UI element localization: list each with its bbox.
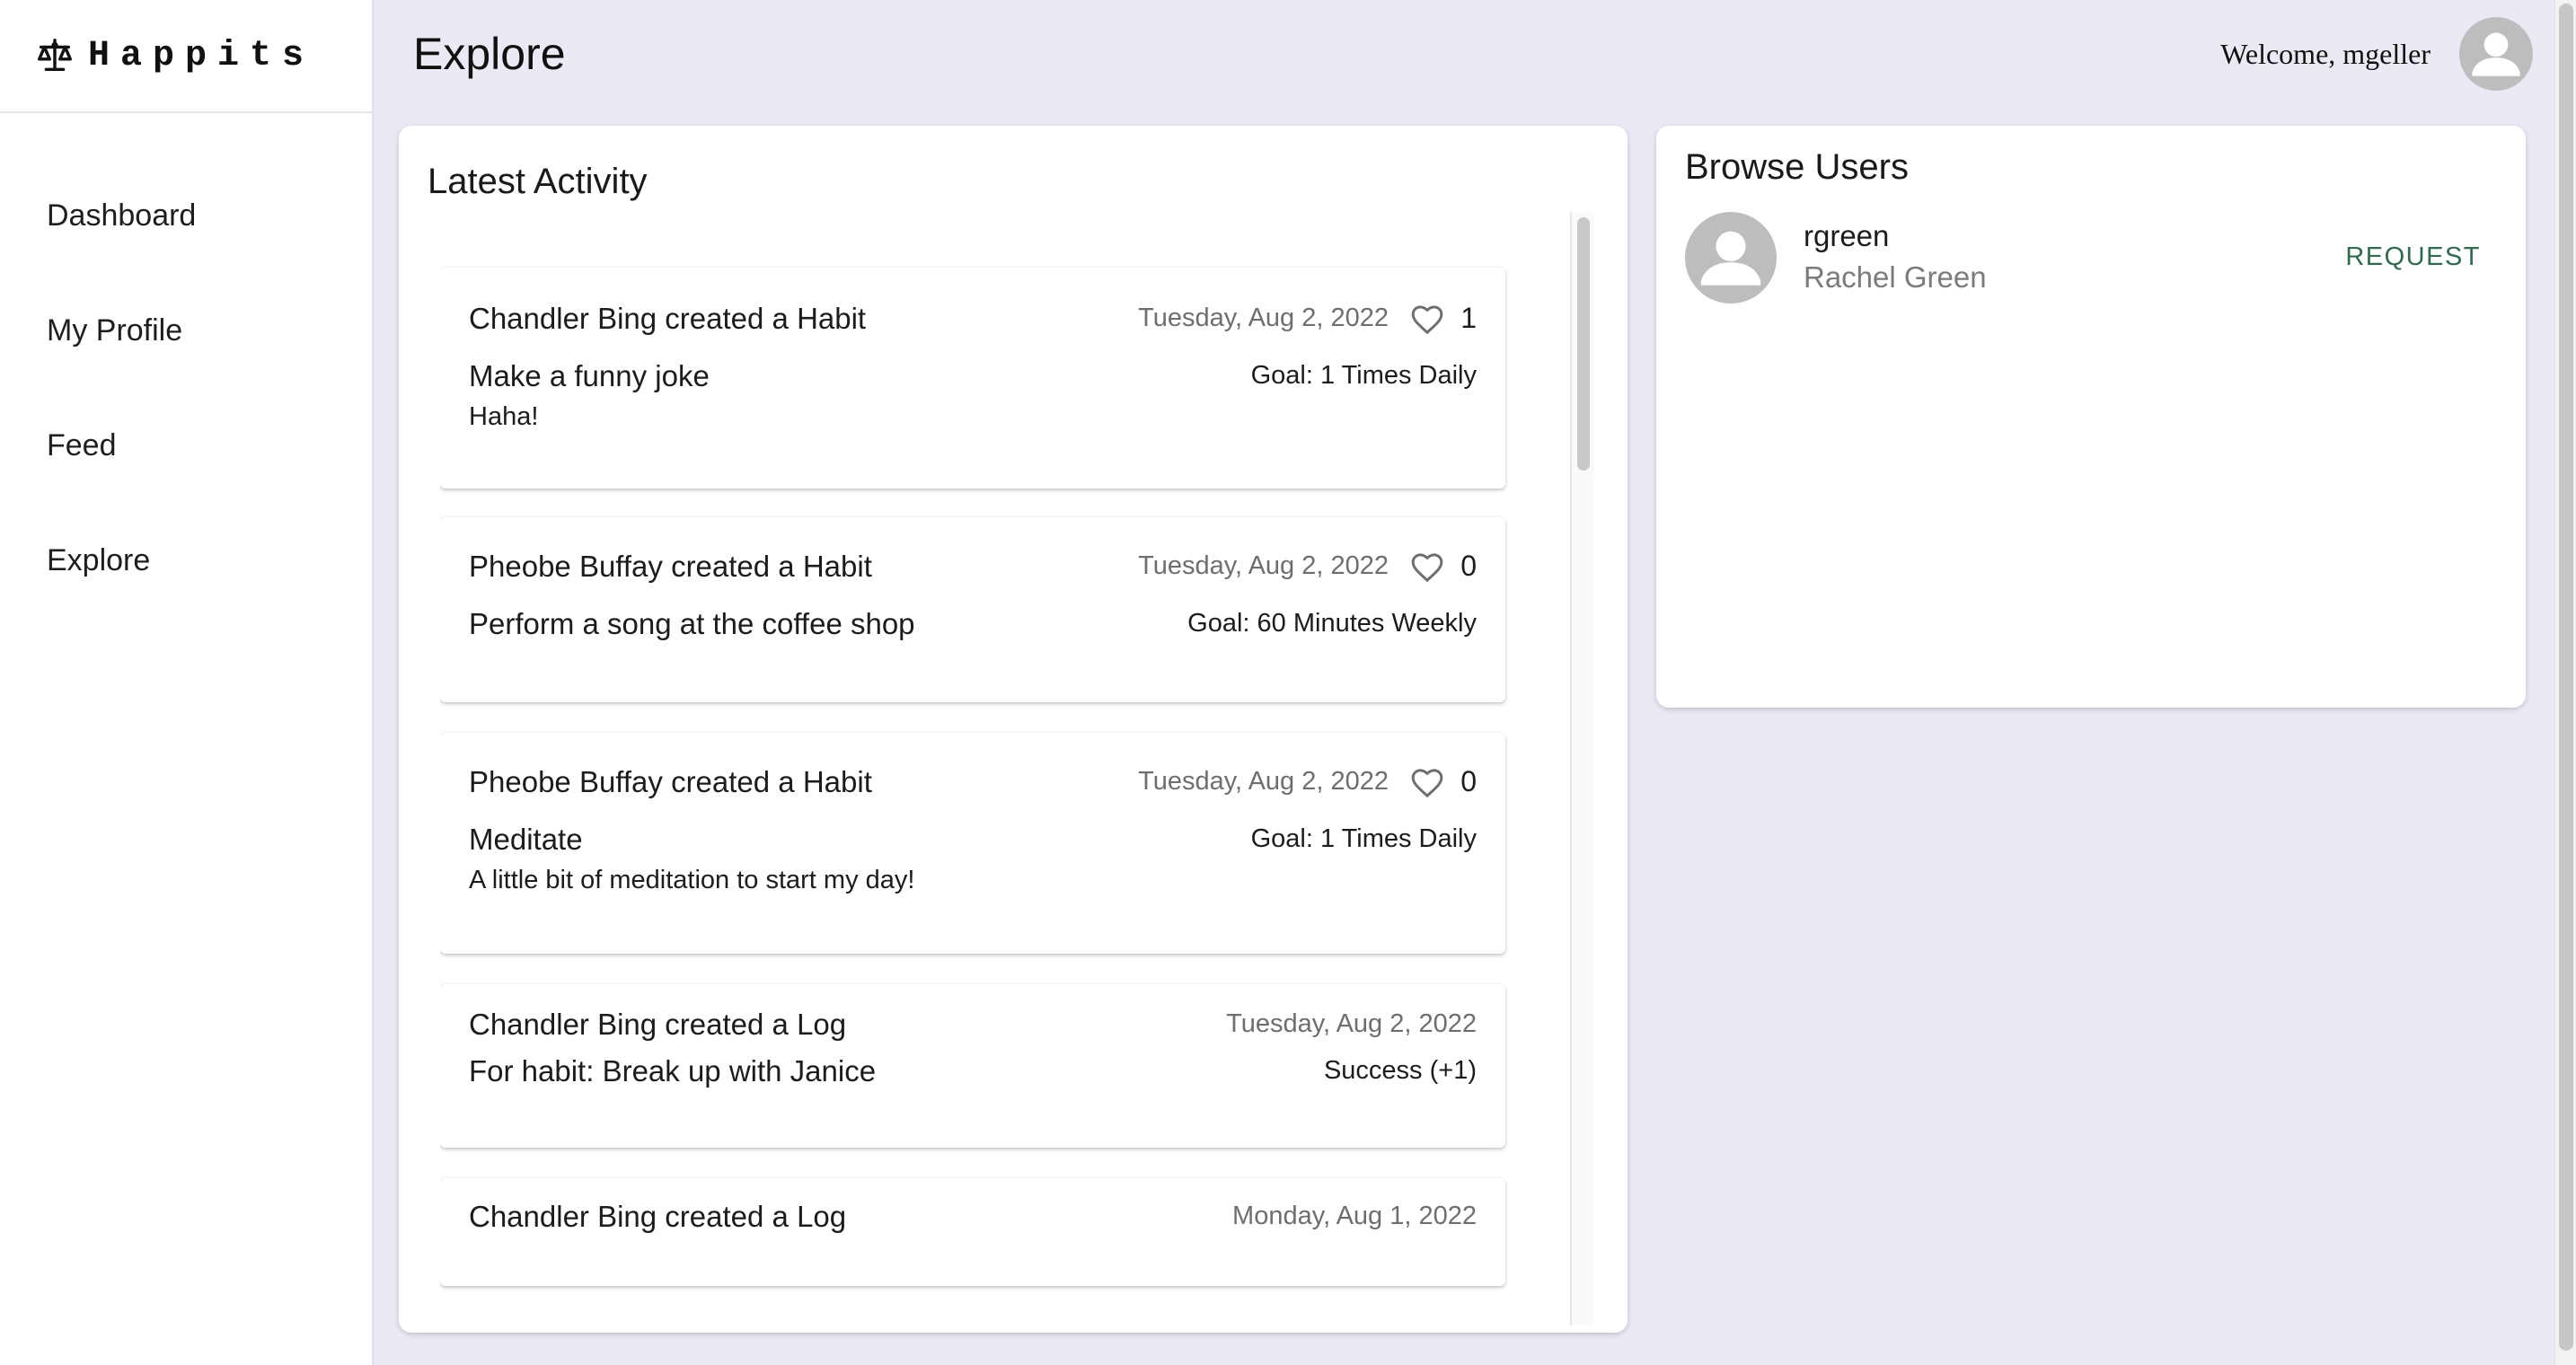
activity-title: For habit: Break up with Janice — [469, 1054, 877, 1088]
sidebar-item-label: My Profile — [47, 313, 183, 348]
activity-feed-list: Chandler Bing created a Habit Tuesday, Au… — [440, 210, 1509, 1325]
latest-activity-title: Latest Activity — [428, 162, 648, 201]
activity-feed[interactable]: Chandler Bing created a Habit Tuesday, Au… — [440, 210, 1581, 1325]
activity-title: Meditate — [469, 823, 583, 856]
sidebar-item-explore[interactable]: Explore — [0, 503, 372, 618]
page-scrollbar-thumb[interactable] — [2559, 4, 2573, 1351]
heart-icon[interactable] — [1408, 302, 1446, 338]
latest-activity-panel: Latest Activity Chandler Bing created a … — [399, 126, 1628, 1333]
app-root: Happits Dashboard My Profile Feed Explor… — [0, 0, 2576, 1365]
brand-name: Happits — [88, 35, 315, 76]
activity-date: Tuesday, Aug 2, 2022 — [1138, 767, 1389, 796]
activity-goal: Goal: 1 Times Daily — [1250, 361, 1477, 390]
activity-description: A little bit of meditation to start my d… — [469, 866, 915, 894]
user-avatar-button[interactable] — [2459, 17, 2533, 91]
activity-card: Chandler Bing created a Log Monday, Aug 1… — [440, 1178, 1505, 1286]
like-count: 0 — [1460, 765, 1477, 797]
page-title: Explore — [413, 29, 566, 79]
browse-users-panel: Browse Users rgreen Rachel Green REQUEST — [1656, 126, 2526, 708]
like-count: 0 — [1460, 550, 1477, 582]
brand[interactable]: Happits — [0, 0, 372, 113]
activity-date: Tuesday, Aug 2, 2022 — [1226, 1009, 1477, 1038]
activity-card: Chandler Bing created a Log Tuesday, Aug … — [440, 984, 1505, 1148]
activity-description: Haha! — [469, 402, 539, 431]
browse-users-title: Browse Users — [1685, 147, 1909, 187]
heart-icon[interactable] — [1408, 550, 1446, 586]
sidebar-item-dashboard[interactable]: Dashboard — [0, 158, 372, 273]
username: rgreen — [1804, 219, 1890, 252]
user-avatar[interactable] — [1685, 212, 1777, 304]
person-icon — [2472, 32, 2520, 76]
activity-goal: Goal: 1 Times Daily — [1250, 824, 1477, 853]
sidebar-item-label: Dashboard — [47, 198, 197, 233]
sidebar-item-feed[interactable]: Feed — [0, 388, 372, 503]
user-fullname: Rachel Green — [1804, 260, 1987, 294]
activity-title: Perform a song at the coffee shop — [469, 607, 915, 640]
like-count: 1 — [1460, 302, 1477, 334]
heart-icon[interactable] — [1408, 765, 1446, 801]
sidebar-item-label: Explore — [47, 542, 151, 577]
feed-scrollbar-thumb[interactable] — [1577, 217, 1590, 471]
page-scrollbar[interactable] — [2554, 0, 2576, 1365]
activity-date: Monday, Aug 1, 2022 — [1232, 1202, 1477, 1230]
welcome-text: Welcome, mgeller — [2220, 37, 2430, 70]
scale-icon — [38, 39, 72, 72]
activity-headline: Pheobe Buffay created a Habit — [469, 765, 872, 798]
activity-headline: Chandler Bing created a Habit — [469, 302, 867, 335]
activity-headline: Pheobe Buffay created a Habit — [469, 550, 872, 583]
sidebar: Happits Dashboard My Profile Feed Explor… — [0, 0, 374, 1365]
activity-date: Tuesday, Aug 2, 2022 — [1138, 304, 1389, 332]
activity-card: Pheobe Buffay created a Habit Tuesday, Au… — [440, 517, 1505, 702]
sidebar-item-my-profile[interactable]: My Profile — [0, 273, 372, 388]
user-row: rgreen Rachel Green REQUEST — [1685, 212, 2497, 305]
activity-date: Tuesday, Aug 2, 2022 — [1138, 551, 1389, 580]
activity-title: Make a funny joke — [469, 359, 710, 392]
activity-headline: Chandler Bing created a Log — [469, 1200, 847, 1233]
top-bar: Explore Welcome, mgeller — [374, 0, 2554, 108]
activity-headline: Chandler Bing created a Log — [469, 1008, 847, 1041]
activity-card: Pheobe Buffay created a Habit Tuesday, Au… — [440, 733, 1505, 954]
activity-goal: Success (+1) — [1323, 1056, 1477, 1085]
activity-card: Chandler Bing created a Habit Tuesday, Au… — [440, 268, 1505, 489]
activity-goal: Goal: 60 Minutes Weekly — [1187, 609, 1477, 638]
sidebar-nav: Dashboard My Profile Feed Explore — [0, 113, 372, 618]
sidebar-item-label: Feed — [47, 427, 117, 462]
request-button[interactable]: REQUEST — [2338, 237, 2488, 277]
person-icon — [1700, 231, 1761, 286]
feed-scrollbar[interactable] — [1570, 212, 1593, 1325]
